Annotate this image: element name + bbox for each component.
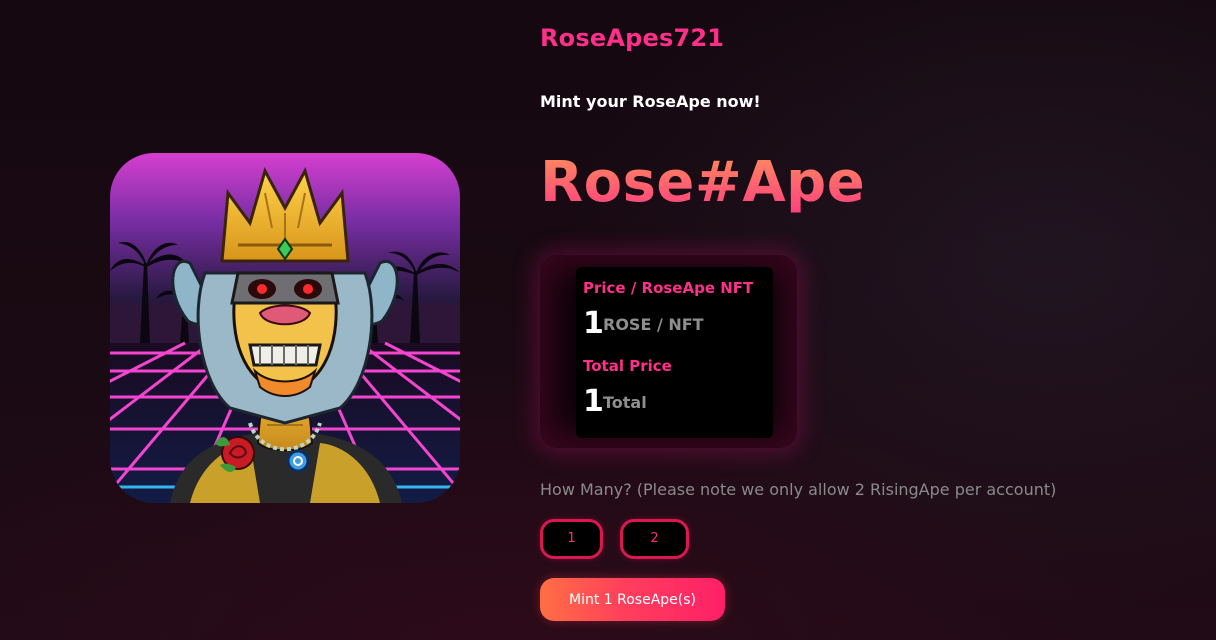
total-price-unit: Total	[603, 393, 647, 412]
quantity-prompt: How Many? (Please note we only allow 2 R…	[540, 480, 1057, 499]
unit-price-value: 1	[583, 306, 604, 341]
nft-collection-title: Rose#Ape	[540, 150, 866, 215]
total-price-value: 1	[583, 384, 604, 419]
price-panel: Price / RoseApe NFT 1 ROSE / NFT Total P…	[540, 255, 797, 448]
tagline: Mint your RoseApe now!	[540, 92, 761, 111]
quantity-option-1-button[interactable]: 1	[540, 519, 603, 559]
total-price-label: Total Price	[583, 357, 672, 375]
crowned-ape-artwork-icon	[110, 153, 460, 503]
nft-preview-image	[110, 153, 460, 503]
mint-button[interactable]: Mint 1 RoseApe(s)	[540, 578, 725, 621]
brand-title: RoseApes721	[540, 24, 725, 52]
quantity-option-2-button[interactable]: 2	[620, 519, 689, 559]
unit-price-unit: ROSE / NFT	[603, 315, 704, 334]
unit-price-label: Price / RoseApe NFT	[583, 279, 754, 297]
